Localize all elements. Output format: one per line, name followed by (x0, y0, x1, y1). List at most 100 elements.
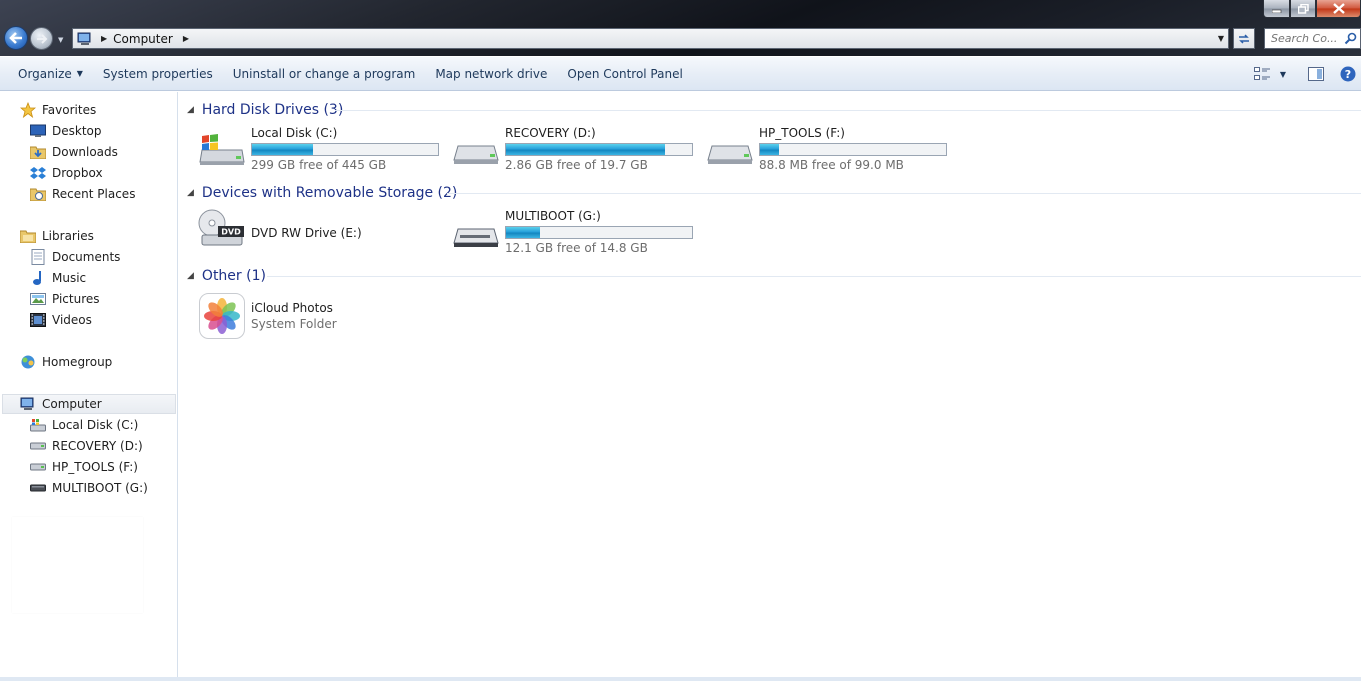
sidebar-item-documents[interactable]: Documents (30, 247, 120, 267)
sidebar-item-recovery-d[interactable]: RECOVERY (D:) (30, 436, 143, 456)
drive-name: RECOVERY (D:) (505, 126, 596, 140)
sidebar-item-label: Desktop (52, 124, 102, 138)
content-pane: ◢ Hard Disk Drives (3) Local Disk (C:) 2… (179, 92, 1361, 681)
group-title: Devices with Removable Storage (2) (201, 185, 458, 201)
minimize-icon (1271, 9, 1281, 13)
homegroup-icon (20, 354, 36, 370)
sidebar-item-label: HP_TOOLS (F:) (52, 460, 138, 474)
item-icloud-photos[interactable]: iCloud Photos System Folder (198, 293, 448, 341)
forward-button[interactable] (30, 27, 53, 50)
drive-free-space: 12.1 GB free of 14.8 GB (505, 241, 648, 255)
drive-usage-bar (505, 226, 693, 239)
breadcrumb-computer[interactable]: Computer (113, 32, 173, 46)
change-view-button[interactable]: ▼ (1253, 67, 1286, 81)
hard-drive-icon (30, 459, 46, 475)
sidebar-item-videos[interactable]: Videos (30, 310, 92, 330)
item-subtitle: System Folder (251, 317, 337, 331)
recent-places-icon (30, 186, 46, 202)
address-bar[interactable]: ▶ Computer ▶ ▼ (72, 28, 1229, 49)
recent-pages-dropdown[interactable]: ▼ (58, 36, 63, 44)
windows-drive-icon (199, 134, 245, 165)
organize-button[interactable]: Organize ▼ (0, 57, 93, 91)
libraries-icon (20, 228, 36, 244)
computer-icon (20, 396, 36, 412)
sidebar-item-label: Recent Places (52, 187, 136, 201)
dropbox-icon (30, 165, 46, 181)
collapse-triangle-icon[interactable]: ◢ (187, 188, 194, 198)
sidebar-favorites[interactable]: Favorites (20, 100, 96, 120)
drive-recovery-d[interactable]: RECOVERY (D:) 2.86 GB free of 19.7 GB (452, 126, 702, 172)
sidebar-item-dropbox[interactable]: Dropbox (30, 163, 103, 183)
drive-multiboot-g[interactable]: MULTIBOOT (G:) 12.1 GB free of 14.8 GB (452, 209, 702, 255)
group-header-removable-storage[interactable]: ◢ Devices with Removable Storage (2) (187, 183, 457, 203)
item-name: iCloud Photos (251, 301, 333, 315)
view-options-icon (1253, 67, 1270, 80)
title-bar: ▼ ▶ Computer ▶ ▼ (0, 0, 1361, 56)
usb-drive-icon (30, 480, 46, 496)
star-icon (20, 102, 36, 118)
group-divider (267, 276, 1361, 277)
search-icon[interactable] (1344, 32, 1357, 45)
drive-hp-tools-f[interactable]: HP_TOOLS (F:) 88.8 MB free of 99.0 MB (706, 126, 956, 172)
breadcrumb-separator-icon[interactable]: ▶ (183, 34, 189, 43)
group-divider (335, 110, 1361, 111)
drive-local-disk-c[interactable]: Local Disk (C:) 299 GB free of 445 GB (198, 126, 448, 172)
sidebar-item-label: Dropbox (52, 166, 103, 180)
group-header-hard-disk-drives[interactable]: ◢ Hard Disk Drives (3) (187, 100, 343, 120)
preview-pane-button[interactable] (1308, 67, 1324, 81)
help-button[interactable]: ? (1340, 66, 1356, 82)
sidebar-item-downloads[interactable]: Downloads (30, 142, 118, 162)
drive-usage-fill (760, 144, 779, 155)
uninstall-program-button[interactable]: Uninstall or change a program (223, 57, 426, 91)
music-icon (30, 270, 46, 286)
sidebar-item-recent-places[interactable]: Recent Places (30, 184, 135, 204)
sidebar-item-label: Pictures (52, 292, 100, 306)
sidebar-libraries[interactable]: Libraries (20, 226, 94, 246)
pictures-icon (30, 291, 46, 307)
sidebar-item-multiboot-g[interactable]: MULTIBOOT (G:) (30, 478, 148, 498)
sidebar-item-label: Music (52, 271, 87, 285)
sidebar-libraries-label: Libraries (42, 229, 94, 243)
refresh-button[interactable] (1233, 28, 1255, 49)
close-button[interactable] (1316, 0, 1361, 18)
search-input[interactable] (1271, 32, 1347, 45)
sidebar-computer-label: Computer (42, 397, 102, 411)
sidebar-item-hp-tools-f[interactable]: HP_TOOLS (F:) (30, 457, 138, 477)
chevron-down-icon: ▼ (76, 69, 83, 78)
drive-usage-bar (505, 143, 693, 156)
sidebar-homegroup[interactable]: Homegroup (20, 352, 112, 372)
organize-label: Organize (18, 66, 72, 81)
group-header-other[interactable]: ◢ Other (1) (187, 266, 266, 286)
address-dropdown-icon[interactable]: ▼ (1218, 34, 1224, 43)
forward-arrow-icon (36, 33, 47, 44)
sidebar-item-pictures[interactable]: Pictures (30, 289, 100, 309)
hard-drive-icon (453, 145, 499, 164)
back-button[interactable] (4, 26, 28, 50)
sidebar-item-label: Local Disk (C:) (52, 418, 139, 432)
open-control-panel-button[interactable]: Open Control Panel (557, 57, 692, 91)
sidebar-item-music[interactable]: Music (30, 268, 86, 288)
help-icon: ? (1340, 66, 1356, 82)
dvd-label: DVD (221, 228, 241, 237)
sidebar-item-label: RECOVERY (D:) (52, 439, 143, 453)
sidebar-item-desktop[interactable]: Desktop (30, 121, 102, 141)
maximize-button[interactable] (1290, 0, 1316, 18)
svg-text:?: ? (1345, 68, 1351, 81)
drive-dvd-rw-e[interactable]: DVD DVD RW Drive (E:) (198, 209, 448, 253)
restore-icon (1297, 3, 1309, 14)
collapse-triangle-icon[interactable]: ◢ (187, 105, 194, 115)
drive-name: Local Disk (C:) (251, 126, 338, 140)
breadcrumb-separator-icon[interactable]: ▶ (101, 34, 107, 43)
search-box[interactable] (1264, 28, 1361, 49)
hard-drive-icon (30, 438, 46, 454)
collapse-triangle-icon[interactable]: ◢ (187, 271, 194, 281)
videos-icon (30, 312, 46, 328)
map-network-drive-button[interactable]: Map network drive (425, 57, 557, 91)
drive-usage-fill (506, 227, 540, 238)
minimize-button[interactable] (1263, 0, 1290, 18)
sidebar-item-local-disk-c[interactable]: Local Disk (C:) (30, 415, 138, 435)
system-properties-button[interactable]: System properties (93, 57, 223, 91)
group-divider (447, 193, 1361, 194)
sidebar-computer[interactable]: Computer (2, 394, 176, 414)
blank-panel (12, 517, 143, 613)
